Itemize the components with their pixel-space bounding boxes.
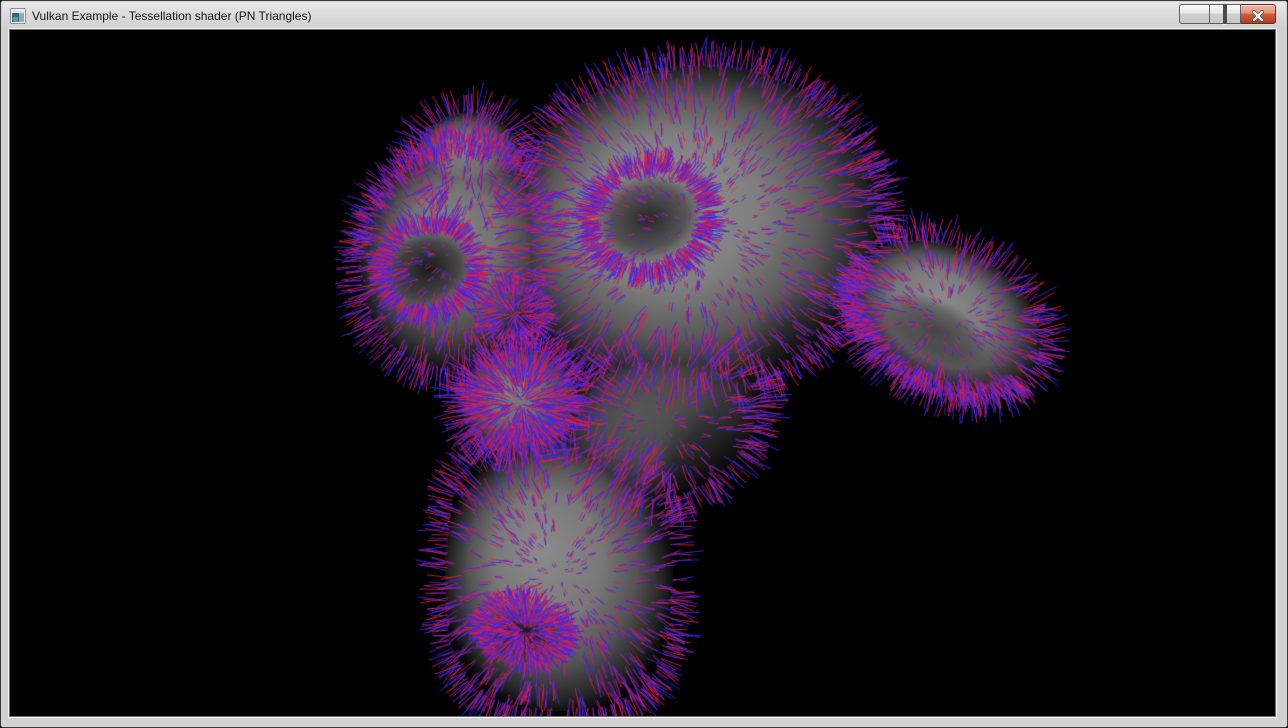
caption-buttons bbox=[1179, 4, 1276, 24]
maximize-button[interactable] bbox=[1210, 4, 1241, 24]
client-area bbox=[10, 30, 1275, 716]
maximize-icon bbox=[1223, 4, 1227, 24]
title-bar[interactable]: Vulkan Example - Tessellation shader (PN… bbox=[2, 2, 1286, 30]
close-icon bbox=[1251, 10, 1265, 22]
close-button[interactable] bbox=[1241, 4, 1276, 24]
window-title: Vulkan Example - Tessellation shader (PN… bbox=[32, 2, 311, 30]
app-icon bbox=[10, 8, 26, 24]
minimize-button[interactable] bbox=[1179, 4, 1210, 24]
render-viewport[interactable] bbox=[10, 30, 1275, 716]
app-window: Vulkan Example - Tessellation shader (PN… bbox=[0, 0, 1288, 728]
